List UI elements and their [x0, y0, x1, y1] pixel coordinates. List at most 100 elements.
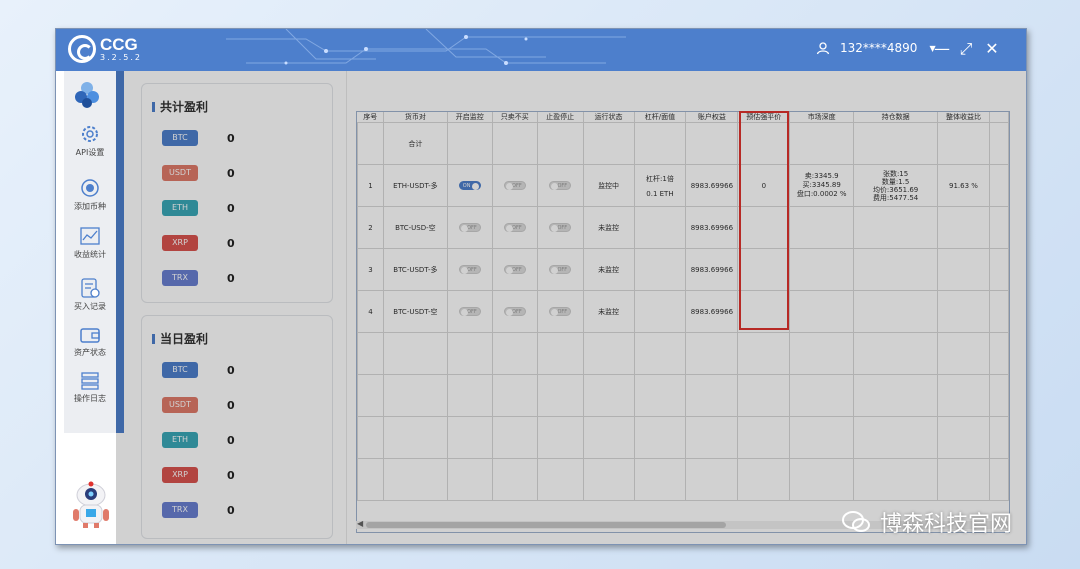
nav-label: 资产状态 [74, 348, 106, 357]
user-icon [816, 42, 830, 55]
coin-badge-usdt: USDT [162, 397, 198, 413]
brand-logo-icon [75, 82, 99, 108]
daily-profit-panel: 当日盈利 BTC 0 USDT 0 ETH 0 XRP 0 TRX 0 [141, 315, 333, 539]
nav-profit-stats[interactable]: 收益统计 [64, 225, 116, 260]
coin-value: 0 [227, 132, 235, 145]
sell-only-toggle[interactable]: OFF [503, 265, 526, 274]
close-button[interactable]: ✕ [982, 39, 1002, 59]
nav-label: 收益统计 [74, 250, 106, 259]
coin-value: 0 [227, 272, 235, 285]
coin-badge-btc: BTC [162, 130, 198, 146]
watermark: 博森科技官网 [842, 506, 1012, 538]
row-no: 3 [357, 248, 384, 291]
robot-mascot-icon [73, 481, 109, 528]
row-liq-price: 0 [737, 164, 791, 207]
coin-value: 0 [227, 469, 235, 482]
nav-asset-status[interactable]: 资产状态 [64, 325, 116, 358]
row-status: 监控中 [582, 164, 635, 207]
total-profit-panel: 共计盈利 BTC 0 USDT 0 ETH 0 XRP 0 TRX 0 [141, 83, 333, 303]
nav-label: API设置 [75, 148, 105, 157]
table-row[interactable]: 3 BTC-USDT-多 OFF OFF OFF 未监控 8983.69966 [357, 248, 1009, 291]
nav-buy-records[interactable]: 买入记录 [64, 277, 116, 312]
record-icon [81, 278, 100, 298]
col-header-status: 运行状态 [583, 112, 635, 123]
scroll-left-icon[interactable]: ◀ [357, 519, 363, 528]
nav-operation-log[interactable]: 操作日志 [64, 371, 116, 404]
sidebar-accent [116, 71, 124, 433]
sell-only-toggle[interactable]: OFF [503, 307, 526, 316]
row-no: 2 [357, 206, 384, 249]
table-row[interactable]: 2 BTC-USD-空 OFF OFF OFF 未监控 8983.69966 [357, 206, 1009, 249]
summary-label: 合计 [382, 122, 448, 165]
ccg-logo-icon [68, 35, 96, 63]
col-header-monitor: 开启监控 [447, 112, 493, 123]
table-header-row: 序号 货币对 开启监控 只卖不买 止盈停止 运行状态 杠杆/面值 账户权益 预估… [357, 112, 1009, 123]
row-status: 未监控 [582, 248, 635, 291]
scroll-thumb[interactable] [366, 522, 726, 528]
wechat-icon [842, 511, 870, 532]
monitor-toggle[interactable]: ON [458, 181, 481, 190]
row-depth: 卖:3345.9 买:3345.89 盘口:0.0002 % [789, 164, 855, 207]
col-header-no: 序号 [357, 112, 384, 123]
col-header-ratio: 整体收益比 [937, 112, 990, 123]
row-equity: 8983.69966 [685, 206, 739, 249]
row-position: 张数:15 数量:1.5 均价:3651.69 费用:5477.54 [853, 164, 939, 207]
empty-row [357, 332, 1009, 375]
row-pair: BTC-USDT-多 [382, 248, 448, 291]
row-equity: 8983.69966 [685, 164, 739, 207]
col-header-pair: 货币对 [383, 112, 448, 123]
row-status: 未监控 [582, 206, 635, 249]
monitor-toggle[interactable]: OFF [458, 265, 481, 274]
table-row[interactable]: 1 ETH-USDT-多 ON OFF OFF 监控中 杠杆:1倍 0.1 ETH… [357, 164, 1009, 207]
wallet-icon [80, 328, 100, 343]
col-header-sell-only: 只卖不买 [492, 112, 538, 123]
summary-row: 合计 [357, 122, 1009, 165]
coin-badge-trx: TRX [162, 270, 198, 286]
coin-badge-trx: TRX [162, 502, 198, 518]
empty-row [357, 374, 1009, 417]
title-bar: CCG 3.2.5.2 132****4890 ▼ — ⤢ ✕ [56, 29, 1026, 71]
empty-row [357, 458, 1009, 501]
chart-icon [80, 227, 100, 245]
col-header-leverage: 杠杆/面值 [634, 112, 687, 123]
coin-badge-eth: ETH [162, 432, 198, 448]
nav-api-settings[interactable]: API设置 [64, 123, 116, 158]
coin-value: 0 [227, 434, 235, 447]
row-pair: ETH-USDT-多 [382, 164, 448, 207]
monitor-toggle[interactable]: OFF [458, 223, 481, 232]
gear-icon [82, 126, 98, 142]
tp-stop-toggle[interactable]: OFF [549, 223, 572, 232]
nav-add-coin[interactable]: 添加币种 [64, 177, 116, 212]
add-coin-icon [81, 179, 99, 197]
user-menu[interactable]: 132****4890 ▼ [816, 41, 936, 55]
row-leverage: 杠杆:1倍 0.1 ETH [633, 164, 687, 207]
coin-value: 0 [227, 202, 235, 215]
divider [346, 71, 347, 544]
col-header-equity: 账户权益 [685, 112, 739, 123]
row-no: 4 [357, 290, 384, 333]
sell-only-toggle[interactable]: OFF [503, 223, 526, 232]
tp-stop-toggle[interactable]: OFF [549, 181, 572, 190]
app-version: 3.2.5.2 [100, 52, 142, 62]
coin-value: 0 [227, 167, 235, 180]
minimize-button[interactable]: — [932, 39, 952, 59]
tp-stop-toggle[interactable]: OFF [549, 307, 572, 316]
nav-label: 添加币种 [74, 202, 106, 211]
log-icon [81, 372, 99, 390]
app-logo: CCG 3.2.5.2 [68, 35, 142, 63]
circuit-decoration [226, 29, 626, 65]
sell-only-toggle[interactable]: OFF [503, 181, 526, 190]
row-ratio: 91.63 % [937, 164, 990, 207]
app-window: CCG 3.2.5.2 132****4890 ▼ — ⤢ ✕ API设置 添加… [55, 28, 1027, 545]
maximize-button[interactable]: ⤢ [956, 39, 976, 59]
row-equity: 8983.69966 [685, 248, 739, 291]
col-header-depth: 市场深度 [789, 112, 855, 123]
coin-badge-btc: BTC [162, 362, 198, 378]
monitor-toggle[interactable]: OFF [458, 307, 481, 316]
row-pair: BTC-USD-空 [382, 206, 448, 249]
coin-badge-eth: ETH [162, 200, 198, 216]
nav-label: 操作日志 [74, 394, 106, 403]
table-row[interactable]: 4 BTC-USDT-空 OFF OFF OFF 未监控 8983.69966 [357, 290, 1009, 333]
coin-badge-xrp: XRP [162, 235, 198, 251]
tp-stop-toggle[interactable]: OFF [549, 265, 572, 274]
